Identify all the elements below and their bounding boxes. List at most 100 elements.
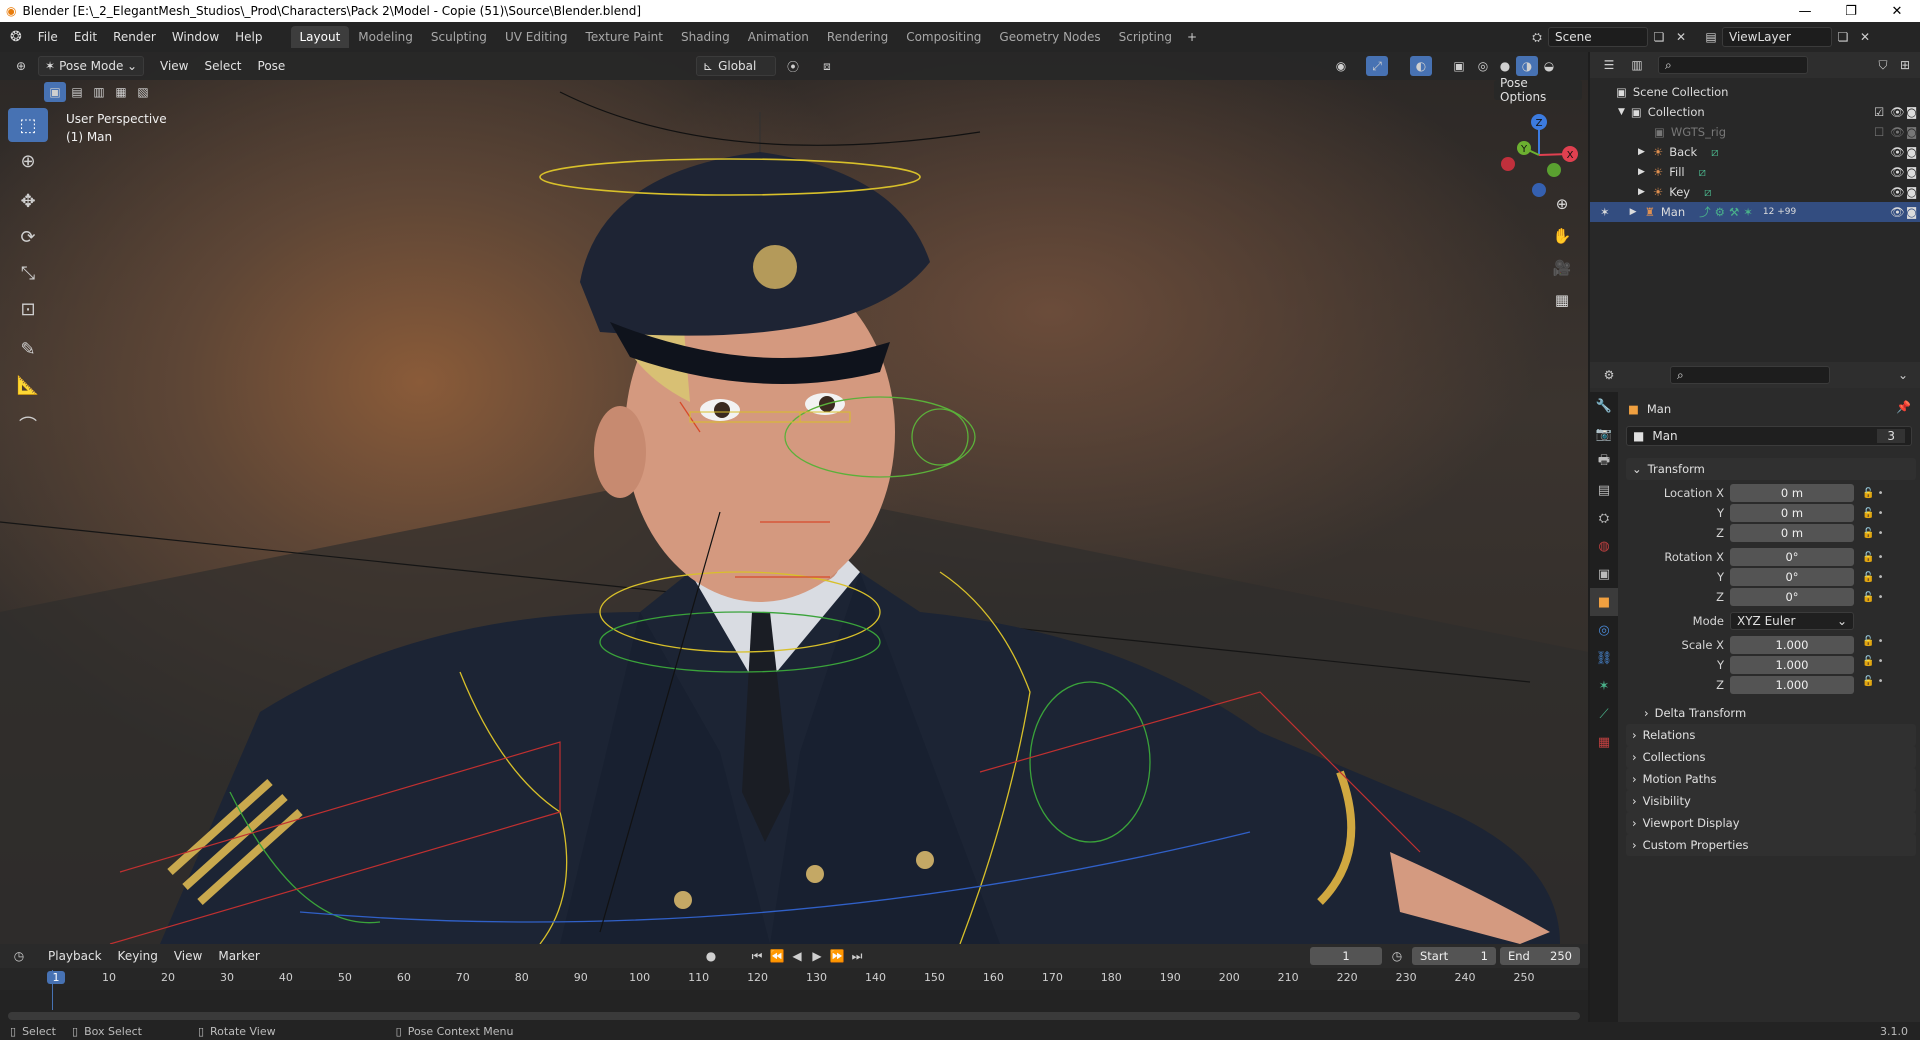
- world-tab-icon[interactable]: ◍: [1590, 532, 1618, 560]
- collection-tab-icon[interactable]: ▣: [1590, 560, 1618, 588]
- zoom-icon[interactable]: ⊕: [1548, 190, 1576, 218]
- cursor-tool-icon[interactable]: ⊕: [8, 144, 48, 178]
- 3d-viewport[interactable]: ⊕ ✶ Pose Mode ⌄ View Select Pose ⊾ Globa…: [0, 52, 1588, 944]
- custom-properties-panel[interactable]: › Custom Properties: [1626, 834, 1916, 856]
- move-tool-icon[interactable]: ✥: [8, 184, 48, 218]
- tool-tab-icon[interactable]: 🔧: [1590, 392, 1618, 420]
- menu-edit[interactable]: Edit: [66, 30, 105, 44]
- outliner-row-back[interactable]: ▶ ☀ Back ⧄ 👁 ◙: [1590, 142, 1920, 162]
- viewlayer-field[interactable]: ViewLayer: [1722, 27, 1832, 47]
- camera-render-icon[interactable]: ◙: [1906, 125, 1917, 139]
- prev-keyframe-icon[interactable]: ⏪: [766, 946, 788, 966]
- menu-window[interactable]: Window: [164, 30, 227, 44]
- data-armature-tab-icon[interactable]: ✶: [1590, 672, 1618, 700]
- location-y-field[interactable]: 0 m: [1730, 504, 1854, 522]
- timeline-scrollbar[interactable]: [8, 1012, 1580, 1020]
- properties-search-input[interactable]: ⌕: [1670, 366, 1830, 384]
- rotation-x-field[interactable]: 0°: [1730, 548, 1854, 566]
- record-icon[interactable]: ●: [700, 946, 722, 966]
- mode-dropdown[interactable]: ✶ Pose Mode ⌄: [38, 56, 144, 76]
- pivot-icon[interactable]: ⦿: [782, 56, 804, 76]
- camera-render-icon[interactable]: ◙: [1906, 165, 1917, 179]
- tab-modeling[interactable]: Modeling: [349, 26, 422, 48]
- object-datablock-field[interactable]: ■ Man 3: [1626, 426, 1912, 446]
- navigation-gizmo[interactable]: Z Y X: [1494, 110, 1584, 200]
- pose-options-dropdown[interactable]: Pose Options: [1494, 76, 1582, 104]
- start-frame-field[interactable]: Start 1: [1412, 947, 1496, 965]
- jump-start-icon[interactable]: ⏮: [746, 946, 768, 966]
- transform-panel-header[interactable]: ⌄ Transform: [1626, 458, 1916, 480]
- new-scene-icon[interactable]: ❏: [1648, 27, 1670, 47]
- viewport-display-panel[interactable]: › Viewport Display: [1626, 812, 1916, 834]
- texture-tab-icon[interactable]: ▦: [1590, 728, 1618, 756]
- lock-icon[interactable]: 🔓 •: [1862, 484, 1884, 504]
- select-new-icon[interactable]: ▣: [44, 82, 66, 102]
- visibility-icon[interactable]: ◉: [1330, 56, 1352, 76]
- jump-end-icon[interactable]: ⏭: [846, 946, 868, 966]
- overlay-toggle-icon[interactable]: ◐: [1410, 56, 1432, 76]
- tab-rendering[interactable]: Rendering: [818, 26, 897, 48]
- select-box-tool-icon[interactable]: ⬚: [8, 108, 48, 142]
- rotation-y-field[interactable]: 0°: [1730, 568, 1854, 586]
- outliner-row-fill[interactable]: ▶ ☀ Fill ⧄ 👁 ◙: [1590, 162, 1920, 182]
- relations-panel[interactable]: › Relations: [1626, 724, 1916, 746]
- lock-icon[interactable]: 🔓 •: [1862, 524, 1884, 544]
- camera-render-icon[interactable]: ◙: [1906, 185, 1917, 199]
- blender-menu-icon[interactable]: ❂: [10, 29, 22, 45]
- motion-paths-panel[interactable]: › Motion Paths: [1626, 768, 1916, 790]
- filter-icon[interactable]: ⛉: [1872, 55, 1894, 75]
- tab-scripting[interactable]: Scripting: [1110, 26, 1181, 48]
- chevron-down-icon[interactable]: ⌄: [1892, 365, 1914, 385]
- outliner-row-man[interactable]: ✶ ▶ ♜ Man ⤴⚙⚒✶ 12 +99 👁 ◙: [1590, 202, 1920, 222]
- tab-animation[interactable]: Animation: [739, 26, 818, 48]
- menu-render[interactable]: Render: [105, 30, 164, 44]
- eye-icon[interactable]: 👁: [1890, 185, 1905, 199]
- gizmo-toggle-icon[interactable]: ⤢: [1366, 56, 1388, 76]
- editor-type-icon[interactable]: ⊕: [10, 56, 32, 76]
- scene-icon[interactable]: ⛭: [1526, 27, 1548, 47]
- scale-z-field[interactable]: 1.000: [1730, 676, 1854, 694]
- play-reverse-icon[interactable]: ◀: [786, 946, 808, 966]
- lock-icon[interactable]: 🔓 •: [1862, 504, 1884, 524]
- menu-pose[interactable]: Pose: [250, 59, 294, 73]
- lock-icon[interactable]: 🔓 •: [1862, 588, 1884, 608]
- snap-icon[interactable]: ⧈: [816, 56, 838, 76]
- eye-icon[interactable]: 👁: [1890, 125, 1905, 139]
- collections-panel[interactable]: › Collections: [1626, 746, 1916, 768]
- delete-viewlayer-icon[interactable]: ✕: [1854, 27, 1876, 47]
- scale-x-field[interactable]: 1.000: [1730, 636, 1854, 654]
- scale-tool-icon[interactable]: ⤡: [8, 256, 48, 290]
- current-frame-field[interactable]: 1: [1310, 947, 1382, 965]
- lock-icon[interactable]: 🔓 •: [1862, 652, 1884, 672]
- outliner-row-wgts-rig[interactable]: ▣ WGTS_rig ☐ 👁 ◙: [1590, 122, 1920, 142]
- new-viewlayer-icon[interactable]: ❏: [1832, 27, 1854, 47]
- select-subtract-icon[interactable]: ▥: [88, 82, 110, 102]
- menu-marker[interactable]: Marker: [210, 949, 267, 963]
- object-tab-icon[interactable]: ■: [1590, 588, 1618, 616]
- tab-uv-editing[interactable]: UV Editing: [496, 26, 577, 48]
- select-extend-icon[interactable]: ▤: [66, 82, 88, 102]
- play-icon[interactable]: ▶: [806, 946, 828, 966]
- eye-icon[interactable]: 👁: [1890, 205, 1905, 219]
- close-button[interactable]: ✕: [1874, 0, 1920, 22]
- menu-timeline-view[interactable]: View: [166, 949, 210, 963]
- select-invert-icon[interactable]: ▦: [110, 82, 132, 102]
- outliner-row-key[interactable]: ▶ ☀ Key ⧄ 👁 ◙: [1590, 182, 1920, 202]
- menu-file[interactable]: File: [30, 30, 66, 44]
- view-layer-tab-icon[interactable]: ▤: [1590, 476, 1618, 504]
- ortho-grid-icon[interactable]: ▦: [1548, 286, 1576, 314]
- clock-icon[interactable]: ◷: [1386, 946, 1408, 966]
- tab-compositing[interactable]: Compositing: [897, 26, 990, 48]
- solid-shading-icon[interactable]: ●: [1494, 56, 1516, 76]
- orientation-dropdown[interactable]: ⊾ Global: [696, 56, 776, 76]
- lock-icon[interactable]: 🔓 •: [1862, 568, 1884, 588]
- menu-playback[interactable]: Playback: [40, 949, 110, 963]
- menu-keying[interactable]: Keying: [110, 949, 166, 963]
- checkbox-empty-icon[interactable]: ☐: [1874, 125, 1884, 139]
- pan-hand-icon[interactable]: ✋: [1548, 222, 1576, 250]
- location-x-field[interactable]: 0 m: [1730, 484, 1854, 502]
- scene-field[interactable]: Scene: [1548, 27, 1648, 47]
- new-collection-icon[interactable]: ⊞: [1894, 55, 1916, 75]
- viewlayer-icon[interactable]: ▤: [1700, 27, 1722, 47]
- eye-icon[interactable]: 👁: [1890, 145, 1905, 159]
